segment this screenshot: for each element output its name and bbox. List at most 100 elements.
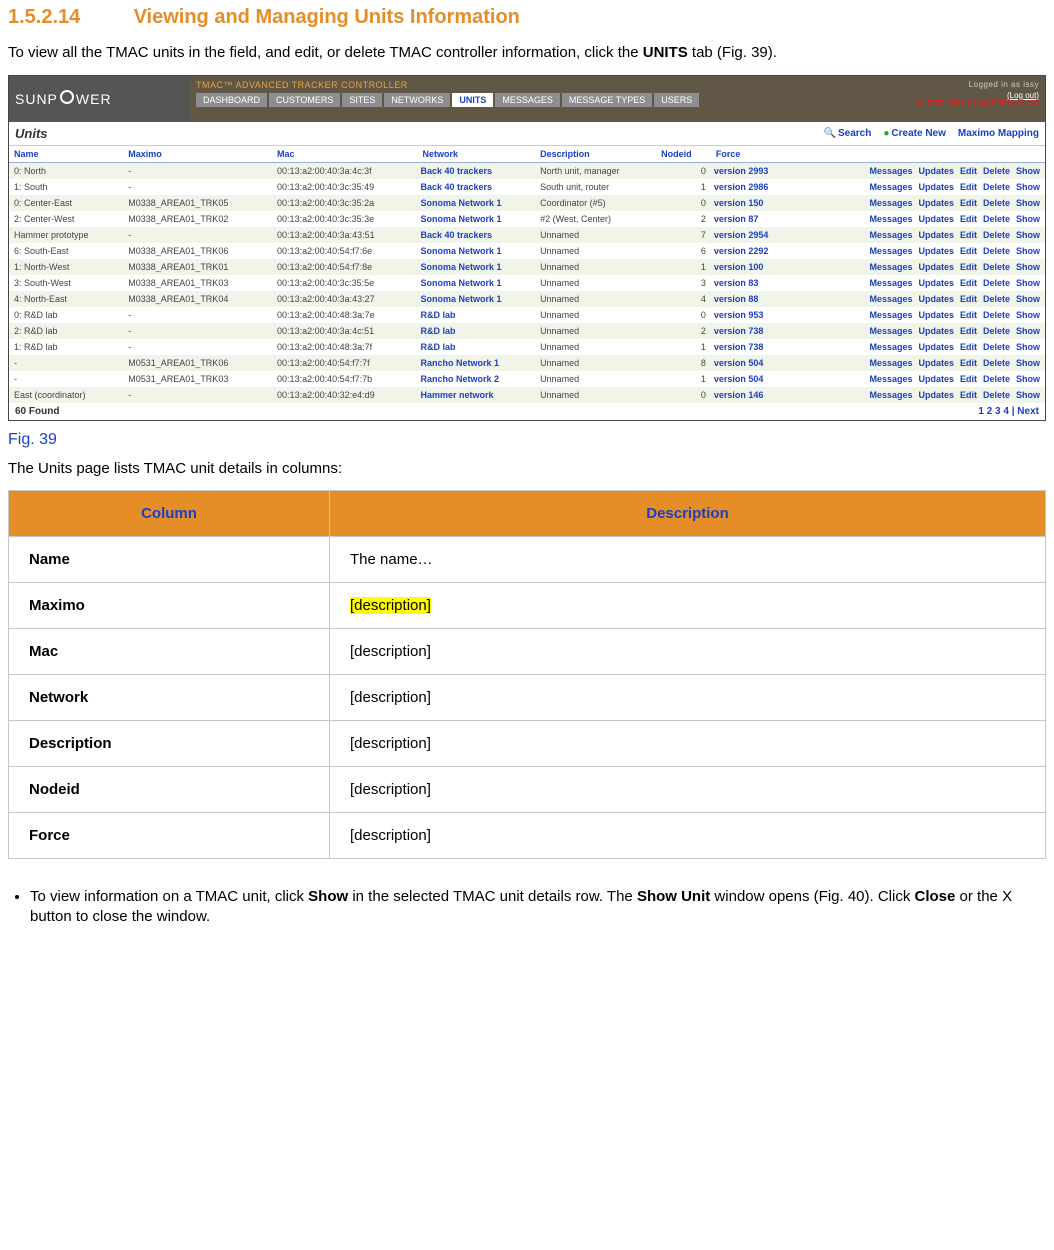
messages-link[interactable]: Messages <box>869 294 912 304</box>
cell-force[interactable]: version 738 <box>711 339 793 355</box>
show-link[interactable]: Show <box>1016 294 1040 304</box>
edit-link[interactable]: Edit <box>960 342 977 352</box>
logout-link[interactable]: (Log out) <box>1007 91 1039 100</box>
cell-force[interactable]: version 2986 <box>711 179 793 195</box>
messages-link[interactable]: Messages <box>869 342 912 352</box>
updates-link[interactable]: Updates <box>918 166 954 176</box>
messages-link[interactable]: Messages <box>869 358 912 368</box>
updates-link[interactable]: Updates <box>918 214 954 224</box>
cell-network[interactable]: Sonoma Network 1 <box>417 259 535 275</box>
edit-link[interactable]: Edit <box>960 390 977 400</box>
col-header-name[interactable]: Name <box>9 146 123 163</box>
cell-network[interactable]: Sonoma Network 1 <box>417 243 535 259</box>
delete-link[interactable]: Delete <box>983 182 1010 192</box>
messages-link[interactable]: Messages <box>869 310 912 320</box>
nav-tab-users[interactable]: USERS <box>654 93 699 107</box>
col-header-network[interactable]: Network <box>417 146 535 163</box>
cell-force[interactable]: version 504 <box>711 371 793 387</box>
updates-link[interactable]: Updates <box>918 374 954 384</box>
cell-network[interactable]: Sonoma Network 1 <box>417 275 535 291</box>
show-link[interactable]: Show <box>1016 214 1040 224</box>
edit-link[interactable]: Edit <box>960 166 977 176</box>
nav-tab-messages[interactable]: MESSAGES <box>495 93 560 107</box>
updates-link[interactable]: Updates <box>918 182 954 192</box>
messages-link[interactable]: Messages <box>869 374 912 384</box>
maximo-mapping-link[interactable]: Maximo Mapping <box>958 128 1039 139</box>
delete-link[interactable]: Delete <box>983 278 1010 288</box>
create-new-link[interactable]: ●Create New <box>883 128 946 139</box>
messages-link[interactable]: Messages <box>869 262 912 272</box>
edit-link[interactable]: Edit <box>960 214 977 224</box>
col-header-description[interactable]: Description <box>535 146 656 163</box>
show-link[interactable]: Show <box>1016 310 1040 320</box>
messages-link[interactable]: Messages <box>869 230 912 240</box>
updates-link[interactable]: Updates <box>918 294 954 304</box>
messages-link[interactable]: Messages <box>869 390 912 400</box>
col-header-maximo[interactable]: Maximo <box>123 146 272 163</box>
updates-link[interactable]: Updates <box>918 230 954 240</box>
show-link[interactable]: Show <box>1016 166 1040 176</box>
delete-link[interactable]: Delete <box>983 358 1010 368</box>
edit-link[interactable]: Edit <box>960 198 977 208</box>
cell-network[interactable]: R&D lab <box>417 323 535 339</box>
cell-force[interactable]: version 100 <box>711 259 793 275</box>
delete-link[interactable]: Delete <box>983 230 1010 240</box>
delete-link[interactable]: Delete <box>983 262 1010 272</box>
search-link[interactable]: 🔍Search <box>824 128 872 139</box>
col-header-force[interactable]: Force <box>711 146 793 163</box>
delete-link[interactable]: Delete <box>983 198 1010 208</box>
edit-link[interactable]: Edit <box>960 278 977 288</box>
delete-link[interactable]: Delete <box>983 214 1010 224</box>
updates-link[interactable]: Updates <box>918 358 954 368</box>
edit-link[interactable]: Edit <box>960 182 977 192</box>
show-link[interactable]: Show <box>1016 374 1040 384</box>
show-link[interactable]: Show <box>1016 230 1040 240</box>
cell-network[interactable]: Hammer network <box>417 387 535 403</box>
col-header-nodeid[interactable]: Nodeid <box>656 146 711 163</box>
updates-link[interactable]: Updates <box>918 342 954 352</box>
cell-force[interactable]: version 504 <box>711 355 793 371</box>
show-link[interactable]: Show <box>1016 262 1040 272</box>
edit-link[interactable]: Edit <box>960 246 977 256</box>
show-link[interactable]: Show <box>1016 246 1040 256</box>
delete-link[interactable]: Delete <box>983 310 1010 320</box>
cell-force[interactable]: version 87 <box>711 211 793 227</box>
show-link[interactable]: Show <box>1016 390 1040 400</box>
nav-tab-dashboard[interactable]: DASHBOARD <box>196 93 267 107</box>
cell-network[interactable]: Back 40 trackers <box>417 227 535 243</box>
cell-network[interactable]: Sonoma Network 1 <box>417 211 535 227</box>
cell-network[interactable]: R&D lab <box>417 339 535 355</box>
messages-link[interactable]: Messages <box>869 182 912 192</box>
messages-link[interactable]: Messages <box>869 214 912 224</box>
cell-force[interactable]: version 738 <box>711 323 793 339</box>
cell-force[interactable]: version 150 <box>711 195 793 211</box>
messages-link[interactable]: Messages <box>869 246 912 256</box>
edit-link[interactable]: Edit <box>960 230 977 240</box>
cell-force[interactable]: version 2954 <box>711 227 793 243</box>
cell-force[interactable]: version 2292 <box>711 243 793 259</box>
delete-link[interactable]: Delete <box>983 326 1010 336</box>
delete-link[interactable]: Delete <box>983 390 1010 400</box>
show-link[interactable]: Show <box>1016 198 1040 208</box>
updates-link[interactable]: Updates <box>918 326 954 336</box>
cell-network[interactable]: Back 40 trackers <box>417 162 535 179</box>
nav-tab-customers[interactable]: CUSTOMERS <box>269 93 340 107</box>
updates-link[interactable]: Updates <box>918 390 954 400</box>
edit-link[interactable]: Edit <box>960 374 977 384</box>
messages-link[interactable]: Messages <box>869 166 912 176</box>
cell-network[interactable]: Sonoma Network 1 <box>417 291 535 307</box>
cell-force[interactable]: version 953 <box>711 307 793 323</box>
pager[interactable]: 1 2 3 4 | Next <box>978 406 1039 417</box>
updates-link[interactable]: Updates <box>918 310 954 320</box>
edit-link[interactable]: Edit <box>960 262 977 272</box>
updates-link[interactable]: Updates <box>918 262 954 272</box>
cell-network[interactable]: Rancho Network 2 <box>417 371 535 387</box>
nav-tab-units[interactable]: UNITS <box>452 93 493 107</box>
show-link[interactable]: Show <box>1016 182 1040 192</box>
messages-link[interactable]: Messages <box>869 278 912 288</box>
messages-link[interactable]: Messages <box>869 198 912 208</box>
col-header-mac[interactable]: Mac <box>272 146 417 163</box>
updates-link[interactable]: Updates <box>918 198 954 208</box>
delete-link[interactable]: Delete <box>983 166 1010 176</box>
show-link[interactable]: Show <box>1016 358 1040 368</box>
